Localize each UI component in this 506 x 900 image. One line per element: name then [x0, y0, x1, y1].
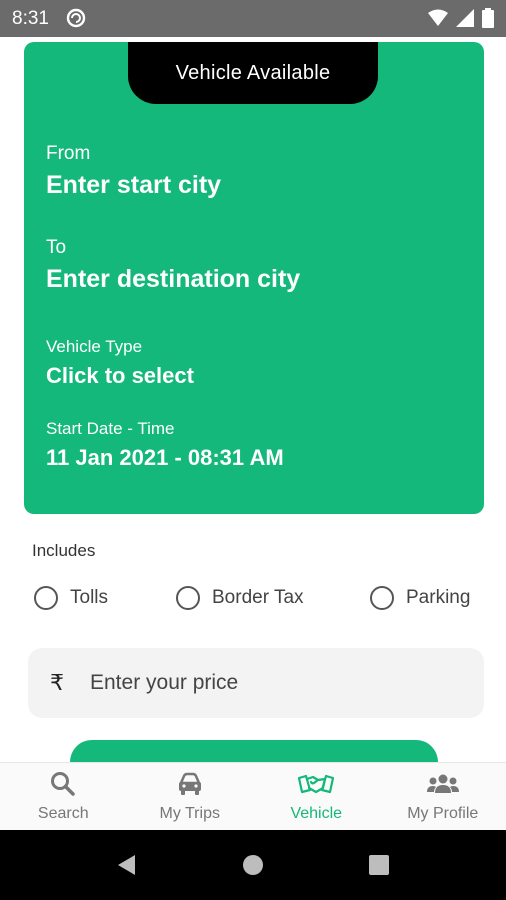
from-field[interactable]: From Enter start city	[46, 143, 221, 200]
android-nav-bar	[0, 830, 506, 900]
vehicle-type-value: Click to select	[46, 363, 194, 388]
nav-vehicle[interactable]: Vehicle	[253, 763, 380, 831]
nav-label: My Profile	[407, 805, 479, 822]
search-icon	[51, 772, 75, 796]
option-label: Tolls	[70, 587, 109, 608]
nav-label: Vehicle	[290, 805, 343, 822]
includes-label: Includes	[32, 541, 96, 560]
back-icon[interactable]	[114, 852, 140, 878]
from-label: From	[46, 143, 91, 164]
rupee-icon: ₹	[50, 670, 64, 695]
signal-icon	[456, 9, 474, 27]
start-date-field[interactable]: Start Date - Time 11 Jan 2021 - 08:31 AM	[46, 419, 284, 471]
status-bar: 8:31	[0, 0, 506, 37]
nav-search[interactable]: Search	[0, 763, 127, 831]
radio-border-tax[interactable]	[176, 586, 200, 610]
nav-my-trips[interactable]: My Trips	[127, 763, 254, 831]
vehicle-available-tab[interactable]: Vehicle Available	[128, 42, 378, 104]
handshake-icon	[298, 774, 335, 794]
vehicle-type-field[interactable]: Vehicle Type Click to select	[46, 337, 194, 389]
to-field[interactable]: To Enter destination city	[46, 237, 300, 294]
nav-label: Search	[37, 805, 89, 822]
wifi-icon	[428, 9, 448, 26]
start-date-label: Start Date - Time	[46, 419, 175, 438]
vehicle-type-label: Vehicle Type	[46, 337, 143, 356]
radio-tolls[interactable]	[34, 586, 58, 610]
price-field[interactable]: ₹	[28, 648, 484, 718]
recents-icon[interactable]	[366, 852, 392, 878]
nav-label: My Trips	[159, 805, 220, 822]
option-border-tax[interactable]: Border Tax	[176, 586, 304, 610]
home-icon[interactable]	[240, 852, 266, 878]
sync-icon	[66, 8, 86, 28]
trip-card: Vehicle Available From Enter start city …	[24, 42, 484, 514]
option-label: Border Tax	[212, 587, 304, 608]
to-label: To	[46, 237, 67, 258]
bottom-nav: Search My Trips Vehicle My Profile	[0, 762, 506, 831]
from-value: Enter start city	[46, 171, 222, 199]
to-value: Enter destination city	[46, 265, 301, 293]
radio-parking[interactable]	[370, 586, 394, 610]
option-parking[interactable]: Parking	[370, 586, 470, 610]
nav-my-profile[interactable]: My Profile	[380, 763, 506, 831]
option-tolls[interactable]: Tolls	[34, 586, 108, 610]
price-input[interactable]	[88, 670, 432, 696]
battery-icon	[482, 8, 494, 28]
start-date-value: 11 Jan 2021 - 08:31 AM	[46, 445, 284, 470]
status-time: 8:31	[12, 8, 49, 29]
car-icon	[178, 772, 201, 795]
users-icon	[426, 774, 459, 793]
option-label: Parking	[406, 587, 471, 608]
